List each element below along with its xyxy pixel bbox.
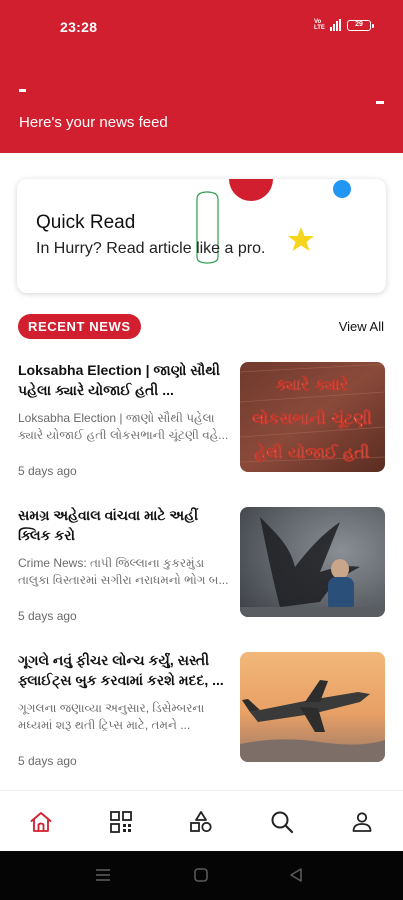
news-card[interactable]: Loksabha Election | જાણો સૌથી પહેલા ક્યા…	[18, 360, 386, 478]
recents-icon[interactable]	[95, 867, 111, 883]
news-title: સમગ્ર અહેવાલ વાંચવા માટે અહીં ક્લિક કરો	[18, 507, 199, 543]
news-text: Loksabha Election | જાણો સૌથી પહેલા ક્યા…	[18, 360, 230, 444]
news-time: 5 days ago	[18, 754, 77, 768]
decor-blue-dot	[333, 180, 351, 198]
status-time: 23:28	[60, 19, 98, 35]
news-text: સમગ્ર અહેવાલ વાંચવા માટે અહીં ક્લિક કરો …	[18, 505, 230, 589]
categories-icon	[110, 811, 132, 833]
nav-search[interactable]	[269, 809, 295, 835]
nav-shapes[interactable]	[188, 809, 214, 835]
news-title: Loksabha Election | જાણો સૌથી પહેલા ક્યા…	[18, 362, 220, 398]
news-description: Loksabha Election | જાણો સૌથી પહેલા ક્યા…	[18, 411, 229, 442]
header-action-placeholder[interactable]	[376, 101, 384, 104]
thumb-text-line3: હેલી યોજાઈ હતી	[255, 442, 370, 462]
news-thumbnail[interactable]	[240, 507, 385, 617]
feed-subtitle: Here's your news feed	[19, 114, 168, 131]
news-thumbnail[interactable]: ક્યારે ક્યારે લોકસભાની ચૂંટણી હેલી યોજાઈ…	[240, 362, 385, 472]
news-card[interactable]: ગૂગલે નવું ફીચર લોન્ચ કર્યું, સસ્તી ફ્લા…	[18, 650, 386, 768]
nav-home[interactable]	[28, 809, 54, 835]
app-header: 23:28 Vo LTE 29 Here's your news feed	[0, 0, 403, 153]
recent-news-pill: RECENT NEWS	[18, 314, 141, 339]
decor-red-semicircle	[229, 179, 273, 201]
back-icon[interactable]	[288, 867, 304, 883]
news-time: 5 days ago	[18, 464, 77, 478]
news-text: ગૂગલે નવું ફીચર લોન્ચ કર્યું, સસ્તી ફ્લા…	[18, 650, 230, 734]
signal-icon	[330, 19, 341, 31]
system-navigation-bar	[0, 851, 403, 900]
bottom-navigation	[0, 790, 403, 850]
nav-categories[interactable]	[108, 809, 134, 835]
news-description: ગૂગલના જણાવ્યા અનુસાર, ડિસેમ્બરના મધ્યમા…	[18, 701, 205, 732]
decor-star-icon	[288, 227, 314, 251]
news-description: Crime News: તાપી જિલ્લાના કુકરમુંડા તાલુ…	[18, 556, 229, 587]
home-button-icon[interactable]	[193, 867, 209, 883]
shapes-icon	[190, 811, 212, 833]
news-title: ગૂગલે નવું ફીચર લોન્ચ કર્યું, સસ્તી ફ્લા…	[18, 652, 224, 688]
news-time: 5 days ago	[18, 609, 77, 623]
quick-read-subtitle: In Hurry? Read article like a pro.	[36, 240, 266, 257]
news-card[interactable]: સમગ્ર અહેવાલ વાંચવા માટે અહીં ક્લિક કરો …	[18, 505, 386, 623]
search-icon	[271, 811, 294, 834]
quick-read-decoration	[196, 179, 351, 264]
quick-read-card[interactable]: Quick Read In Hurry? Read article like a…	[17, 179, 386, 293]
battery-icon: 29	[347, 19, 374, 31]
recent-news-header: RECENT NEWS View All	[18, 314, 384, 340]
home-icon	[30, 812, 52, 832]
quick-read-title: Quick Read	[36, 212, 136, 233]
network-label: Vo LTE	[314, 19, 325, 31]
view-all-link[interactable]: View All	[339, 319, 384, 334]
thumb-text-line2: લોકસભાની ચૂંટણી	[252, 408, 372, 429]
battery-level: 29	[355, 20, 363, 28]
header-title-placeholder	[19, 89, 26, 92]
news-thumbnail[interactable]	[240, 652, 385, 762]
nav-profile[interactable]	[349, 809, 375, 835]
thumb-text-line1: ક્યારે ક્યારે	[276, 374, 349, 394]
profile-icon	[352, 812, 372, 832]
status-icons: Vo LTE 29	[314, 19, 374, 31]
